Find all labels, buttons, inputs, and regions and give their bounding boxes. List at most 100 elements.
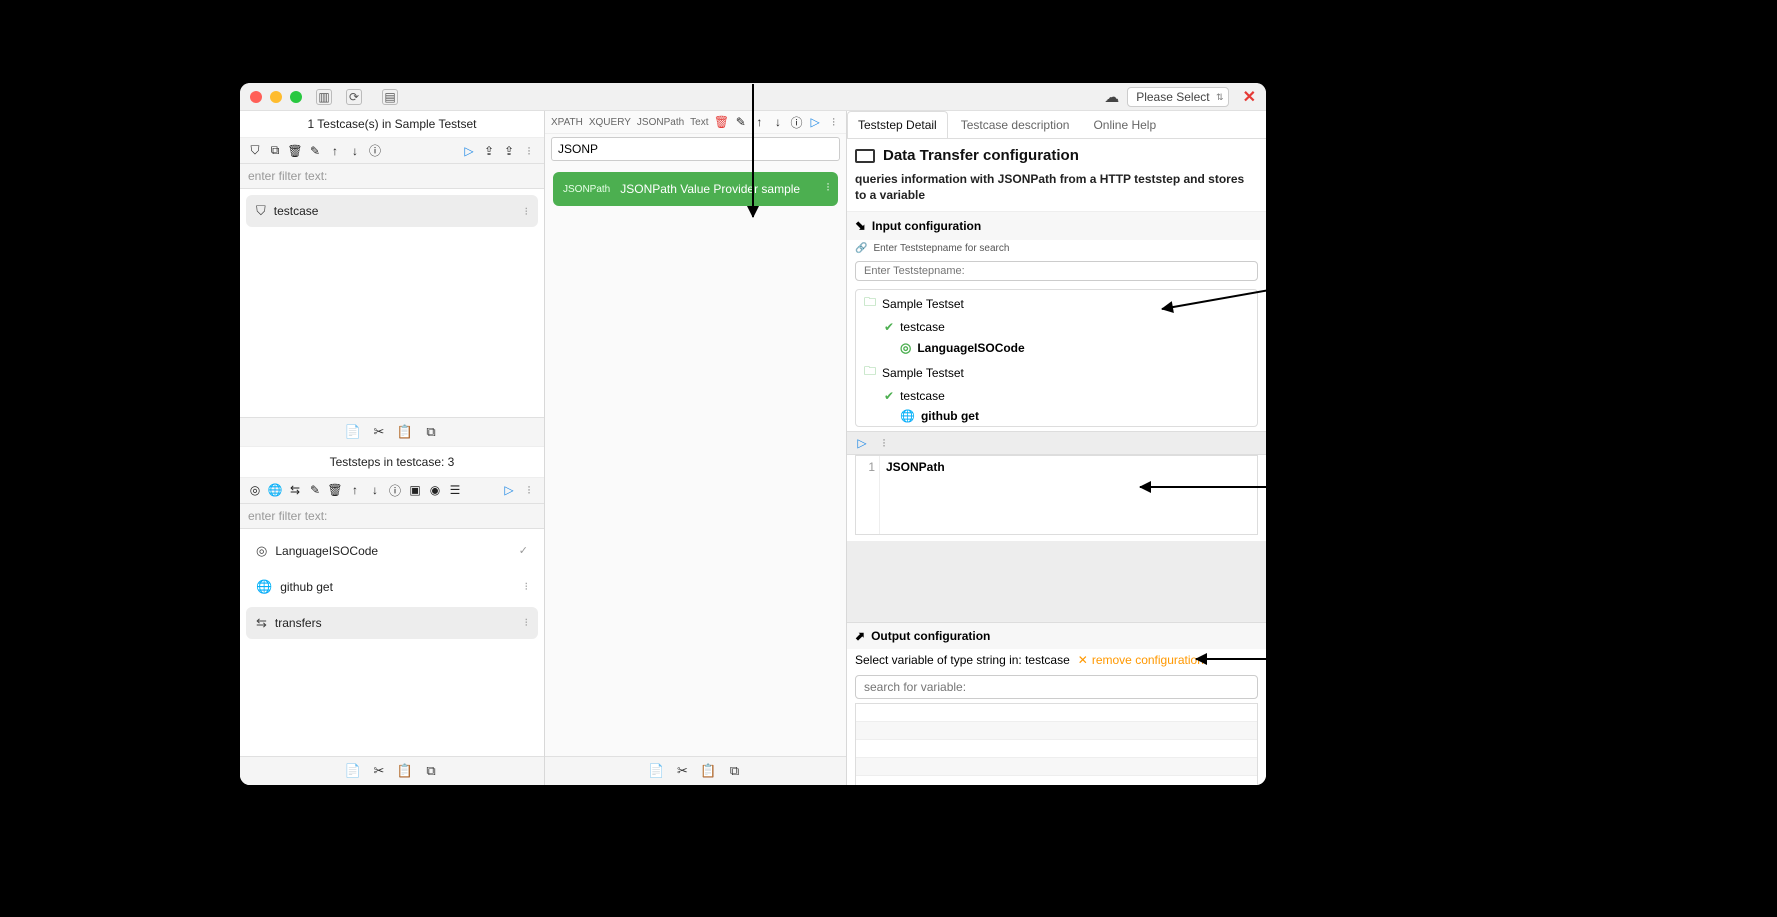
input-search-field[interactable]: [855, 261, 1258, 281]
table-row[interactable]: [856, 740, 1257, 758]
trash-icon[interactable]: 🗑: [715, 115, 729, 129]
paste-icon[interactable]: 📋: [397, 424, 413, 440]
provider-name-input[interactable]: [551, 137, 840, 161]
copy-icon[interactable]: 📄: [345, 424, 361, 440]
globe-icon[interactable]: 🌐: [268, 483, 282, 497]
target-icon: ◎: [900, 340, 911, 356]
copy-icon[interactable]: 📄: [345, 763, 361, 779]
record-icon[interactable]: ◉: [428, 483, 442, 497]
type-xpath[interactable]: XPATH: [551, 117, 583, 128]
remove-label: remove configuration: [1092, 653, 1204, 667]
arrow-down-icon[interactable]: ↓: [368, 483, 382, 497]
close-icon[interactable]: ✕: [1243, 87, 1256, 107]
cloud-off-icon: ☁︎: [1104, 88, 1119, 106]
output-subtitle: Select variable of type string in: testc…: [855, 653, 1070, 667]
duplicate-icon[interactable]: ⧉: [423, 763, 439, 779]
window-close-button[interactable]: [250, 91, 262, 103]
grip-icon[interactable]: ⁝: [522, 144, 536, 158]
grip-icon: ⁝: [525, 205, 529, 218]
grip-icon: ⁝: [826, 180, 830, 194]
export-icon[interactable]: ⇪: [482, 144, 496, 158]
cut-icon[interactable]: ✂: [675, 763, 691, 779]
provider-row[interactable]: JSONPath JSONPath Value Provider sample …: [553, 172, 838, 206]
duplicate-icon[interactable]: ⧉: [727, 763, 743, 779]
tree-item[interactable]: ✔︎testcase: [856, 386, 1257, 406]
duplicate-icon[interactable]: ⧉: [423, 424, 439, 440]
cut-icon[interactable]: ✂: [371, 424, 387, 440]
tree-group[interactable]: 🗀Sample Testset: [856, 359, 1257, 386]
output-arrow-icon: ⬈: [855, 629, 865, 643]
play-icon[interactable]: ▷: [855, 436, 869, 450]
type-text[interactable]: Text: [690, 117, 708, 128]
type-jsonpath[interactable]: JSONPath: [637, 117, 684, 128]
arrow-up-icon[interactable]: ↑: [753, 115, 766, 129]
grip-icon[interactable]: ⁝: [522, 483, 536, 497]
info-icon[interactable]: ⓘ: [790, 115, 803, 129]
testcases-filter-input[interactable]: [240, 164, 544, 189]
env-select[interactable]: Please Select ⇅: [1127, 87, 1228, 107]
copy-icon[interactable]: 📄: [649, 763, 665, 779]
document-icon[interactable]: ▤: [382, 89, 398, 105]
tab-teststep-detail[interactable]: Teststep Detail: [847, 111, 948, 138]
code-editor[interactable]: 1 JSONPath: [855, 455, 1258, 535]
trash-icon[interactable]: 🗑: [288, 144, 302, 158]
table-row[interactable]: [856, 776, 1257, 785]
window-zoom-button[interactable]: [290, 91, 302, 103]
edit-icon[interactable]: ✎: [735, 115, 748, 129]
edit-icon[interactable]: ✎: [308, 144, 322, 158]
teststeps-filter-input[interactable]: [240, 504, 544, 529]
env-select-label: Please Select: [1136, 90, 1209, 104]
tree-item[interactable]: ✔︎testcase: [856, 317, 1257, 337]
play-icon[interactable]: ▷: [809, 115, 822, 129]
copy-icon[interactable]: ⧉: [268, 144, 282, 158]
list-icon[interactable]: ☰: [448, 483, 462, 497]
table-row[interactable]: [856, 704, 1257, 722]
tab-testcase-description[interactable]: Testcase description: [950, 111, 1081, 138]
play-icon[interactable]: ▷: [502, 483, 516, 497]
paste-icon[interactable]: 📋: [397, 763, 413, 779]
grip-icon[interactable]: ⁝: [877, 436, 891, 450]
table-row[interactable]: [856, 722, 1257, 740]
input-config-label: Input configuration: [872, 219, 981, 233]
teststep-row-github[interactable]: 🌐 github get ⁝: [246, 571, 538, 603]
traffic-lights: [250, 91, 302, 103]
variable-search-input[interactable]: [855, 675, 1258, 699]
teststep-row-language[interactable]: ◎ LanguageISOCode ✓: [246, 535, 538, 567]
tree-teststep-github[interactable]: 🌐github get: [856, 406, 1257, 426]
target-icon[interactable]: ◎: [248, 483, 262, 497]
sidebar-toggle-icon[interactable]: ▥: [316, 89, 332, 105]
window-minimize-button[interactable]: [270, 91, 282, 103]
teststeps-clipboard-bar: 📄 ✂ 📋 ⧉: [240, 756, 544, 785]
grip-icon[interactable]: ⁝: [827, 115, 840, 129]
export2-icon[interactable]: ⇪: [502, 144, 516, 158]
close-icon: ✕: [1078, 653, 1088, 667]
annotation-arrow-2: [1140, 486, 1280, 488]
arrow-down-icon[interactable]: ↓: [772, 115, 785, 129]
cut-icon[interactable]: ✂: [371, 763, 387, 779]
output-config-label: Output configuration: [871, 629, 990, 643]
info-icon[interactable]: ⓘ: [388, 483, 402, 497]
input-search-label: Enter Teststepname for search: [873, 243, 1009, 254]
tab-online-help[interactable]: Online Help: [1082, 111, 1167, 138]
arrow-down-icon[interactable]: ↓: [348, 144, 362, 158]
trash-icon[interactable]: 🗑: [328, 483, 342, 497]
arrow-up-icon[interactable]: ↑: [348, 483, 362, 497]
tree-label: Sample Testset: [882, 297, 964, 311]
transfer-icon[interactable]: ⇆: [288, 483, 302, 497]
info-icon[interactable]: ⓘ: [368, 144, 382, 158]
play-icon[interactable]: ▷: [462, 144, 476, 158]
testcase-row[interactable]: ⛉ testcase ⁝: [246, 195, 538, 227]
table-row[interactable]: [856, 758, 1257, 776]
teststep-row-transfers[interactable]: ⇆ transfers ⁝: [246, 607, 538, 639]
paste-icon[interactable]: 📋: [701, 763, 717, 779]
arrow-up-icon[interactable]: ↑: [328, 144, 342, 158]
sync-icon[interactable]: ⟳: [346, 89, 362, 105]
edit-icon[interactable]: ✎: [308, 483, 322, 497]
square-icon[interactable]: ▣: [408, 483, 422, 497]
shield-icon[interactable]: ⛉: [248, 144, 262, 158]
tree-teststep-language[interactable]: ◎LanguageISOCode: [856, 337, 1257, 359]
remove-configuration-link[interactable]: ✕ remove configuration: [1078, 653, 1204, 667]
teststep-label: transfers: [275, 616, 322, 630]
type-xquery[interactable]: XQUERY: [589, 117, 631, 128]
variable-table[interactable]: [855, 703, 1258, 785]
